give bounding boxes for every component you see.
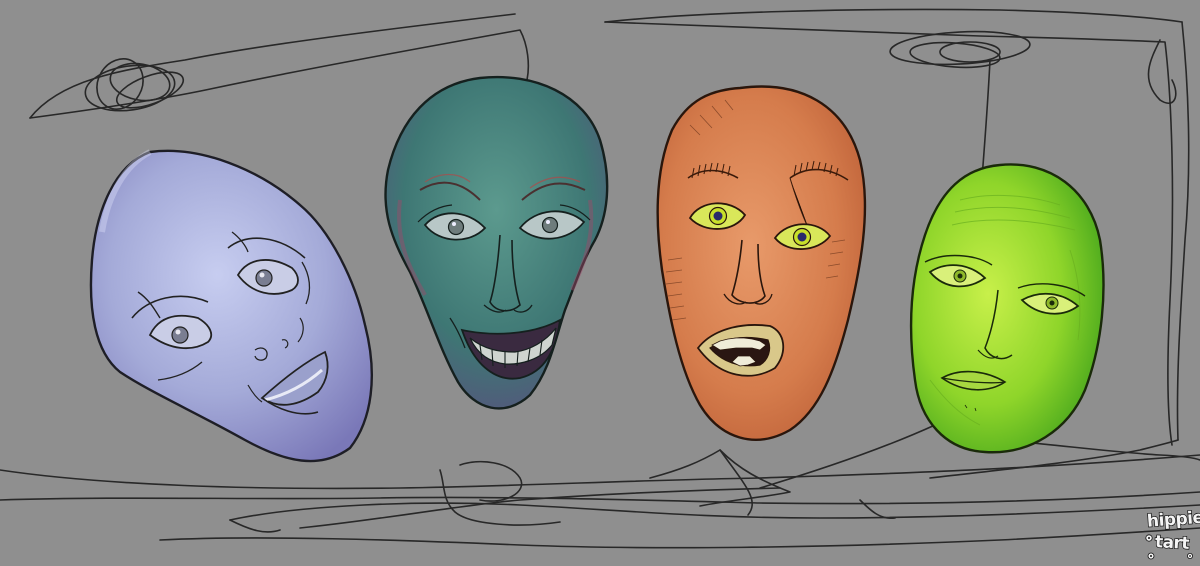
signature-line-2: tart xyxy=(1154,531,1191,554)
artist-signature: hippie tart xyxy=(1143,504,1200,564)
signature-line-1: hippie xyxy=(1146,507,1200,532)
artwork xyxy=(0,0,1200,566)
artwork-canvas: hippie tart xyxy=(0,0,1200,566)
green-mask xyxy=(909,163,1105,454)
